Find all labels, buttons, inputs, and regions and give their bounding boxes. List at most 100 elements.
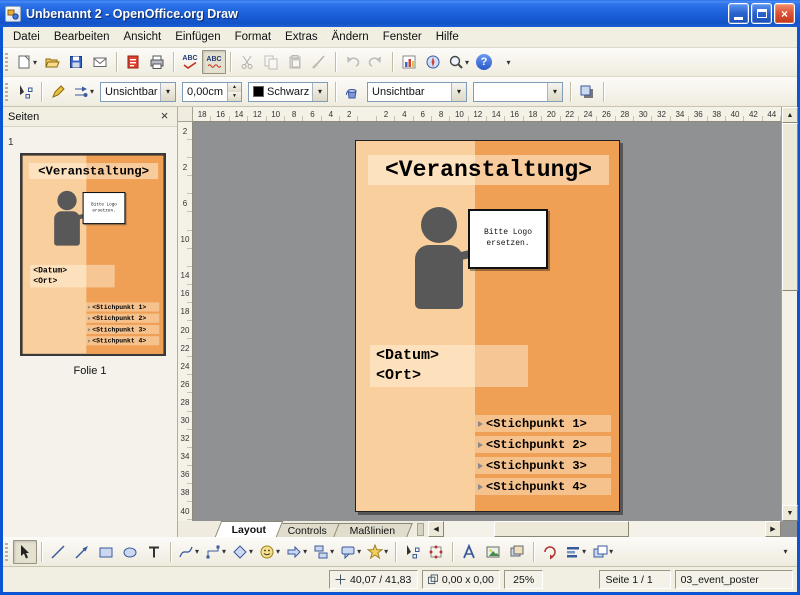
symbol-shapes-dropdown-icon[interactable]: [276, 547, 280, 556]
menu-item[interactable]: Hilfe: [429, 28, 466, 46]
line-color-dropdown-icon[interactable]: [312, 83, 327, 101]
tab-masslinien[interactable]: Maßlinien: [333, 523, 412, 537]
event-title-placeholder[interactable]: <Veranstaltung>: [368, 155, 609, 185]
spellcheck-button[interactable]: ABC: [178, 50, 202, 74]
callouts-button[interactable]: [337, 540, 364, 564]
callouts-dropdown-icon[interactable]: [357, 547, 361, 556]
horizontal-scrollbar[interactable]: [428, 521, 781, 537]
bullet-list[interactable]: <Stichpunkt 1> <Stichpunkt 2> <Stichpunk…: [475, 415, 611, 499]
basic-shapes-dropdown-icon[interactable]: [249, 547, 253, 556]
line-color-select[interactable]: Schwarz: [248, 82, 328, 102]
gallery-button[interactable]: [505, 540, 529, 564]
zoom-button[interactable]: [445, 50, 472, 74]
maximize-button[interactable]: [751, 3, 772, 24]
page-thumbnail[interactable]: <Veranstaltung> Bitte Logo ersetzen. <Da…: [20, 153, 166, 356]
vertical-ruler[interactable]: 226101416182022242628303234363840: [178, 122, 193, 521]
spin-up-icon[interactable]: [228, 83, 241, 92]
zoom-dropdown-icon[interactable]: [465, 58, 469, 67]
flowchart-button[interactable]: [310, 540, 337, 564]
stars-dropdown-icon[interactable]: [384, 547, 388, 556]
stars-button[interactable]: [364, 540, 391, 564]
page-caption[interactable]: Folie 1: [3, 365, 177, 377]
print-button[interactable]: [145, 50, 169, 74]
flowchart-dropdown-icon[interactable]: [330, 547, 334, 556]
connector-tool-button[interactable]: [202, 540, 229, 564]
menu-item[interactable]: Ändern: [325, 28, 376, 46]
horizontal-ruler[interactable]: 1816141210864224681012141618202224262830…: [193, 107, 781, 122]
rotate-button[interactable]: [538, 540, 562, 564]
line-style-select[interactable]: Unsichtbar: [100, 82, 176, 102]
from-file-button[interactable]: [481, 540, 505, 564]
figure-head[interactable]: [421, 207, 457, 243]
line-style-dropdown-icon[interactable]: [160, 83, 175, 101]
menu-item[interactable]: Bearbeiten: [47, 28, 117, 46]
navigator-button[interactable]: [421, 50, 445, 74]
titlebar[interactable]: Unbenannt 2 - OpenOffice.org Draw ×: [0, 0, 800, 27]
menu-item[interactable]: Einfügen: [168, 28, 227, 46]
fontwork-button[interactable]: [457, 540, 481, 564]
horizontal-scroll-track[interactable]: [444, 521, 765, 537]
pages-panel-header[interactable]: Seiten: [3, 107, 177, 127]
vertical-scrollbar[interactable]: [781, 107, 797, 521]
alignment-dropdown-icon[interactable]: [582, 547, 586, 556]
fill-style-dropdown-icon[interactable]: [451, 83, 466, 101]
block-arrows-button[interactable]: [283, 540, 310, 564]
block-arrows-dropdown-icon[interactable]: [303, 547, 307, 556]
close-panel-icon[interactable]: [157, 109, 172, 124]
drawbar-options-button[interactable]: [773, 540, 797, 564]
toolbar-options-button[interactable]: [496, 50, 520, 74]
minimize-button[interactable]: [728, 3, 749, 24]
symbol-shapes-button[interactable]: [256, 540, 283, 564]
select-tool-button[interactable]: [13, 540, 37, 564]
edit-points-tool-button[interactable]: [400, 540, 424, 564]
help-button[interactable]: ?: [472, 50, 496, 74]
area-fill-button[interactable]: [340, 80, 364, 104]
bullet-item[interactable]: <Stichpunkt 2>: [475, 436, 611, 453]
toolbar-grip[interactable]: [5, 53, 8, 71]
arrow-style-button[interactable]: [70, 80, 97, 104]
basic-shapes-button[interactable]: [229, 540, 256, 564]
curve-dropdown-icon[interactable]: [195, 547, 199, 556]
menu-item[interactable]: Fenster: [376, 28, 429, 46]
bullet-item[interactable]: <Stichpunkt 3>: [475, 457, 611, 474]
menu-item[interactable]: Datei: [6, 28, 47, 46]
spinner-buttons[interactable]: [227, 83, 241, 101]
tab-layout[interactable]: Layout: [215, 521, 284, 537]
alignment-button[interactable]: [562, 540, 589, 564]
save-button[interactable]: [64, 50, 88, 74]
insert-chart-button[interactable]: [397, 50, 421, 74]
tab-scrollbar-splitter[interactable]: [417, 523, 424, 536]
page-field[interactable]: Seite 1 / 1: [599, 570, 670, 589]
glue-points-button[interactable]: [424, 540, 448, 564]
zoom-field[interactable]: 25%: [504, 570, 544, 589]
scroll-down-icon[interactable]: [782, 505, 798, 521]
line-pen-button[interactable]: [46, 80, 70, 104]
scroll-up-icon[interactable]: [782, 107, 798, 123]
arrow-style-dropdown-icon[interactable]: [90, 87, 94, 96]
menu-item[interactable]: Ansicht: [116, 28, 168, 46]
rectangle-tool-button[interactable]: [94, 540, 118, 564]
menu-item[interactable]: Extras: [278, 28, 325, 46]
vertical-scroll-thumb[interactable]: [782, 123, 798, 291]
toolbar-grip[interactable]: [5, 543, 8, 561]
fill-color-dropdown-icon[interactable]: [547, 83, 562, 101]
horizontal-scroll-thumb[interactable]: [494, 521, 629, 537]
drawing-viewport[interactable]: <Veranstaltung> Bitte Logo ersetzen. <Da…: [193, 122, 781, 521]
date-location-placeholder[interactable]: <Datum> <Ort>: [370, 345, 528, 387]
line-width-spinner[interactable]: 0,00cm: [182, 82, 242, 102]
auto-spellcheck-button[interactable]: ABC: [202, 50, 226, 74]
bullet-item[interactable]: <Stichpunkt 1>: [475, 415, 611, 432]
scroll-left-icon[interactable]: [428, 521, 444, 537]
open-button[interactable]: [40, 50, 64, 74]
fill-style-select[interactable]: Unsichtbar: [367, 82, 467, 102]
close-button[interactable]: ×: [774, 3, 795, 24]
arrange-button[interactable]: [589, 540, 616, 564]
export-pdf-button[interactable]: [121, 50, 145, 74]
menu-item[interactable]: Format: [228, 28, 278, 46]
new-button[interactable]: [13, 50, 40, 74]
shadow-button[interactable]: [575, 80, 599, 104]
curve-tool-button[interactable]: [175, 540, 202, 564]
arrow-tool-button[interactable]: [70, 540, 94, 564]
document-as-email-button[interactable]: [88, 50, 112, 74]
spin-down-icon[interactable]: [228, 92, 241, 101]
